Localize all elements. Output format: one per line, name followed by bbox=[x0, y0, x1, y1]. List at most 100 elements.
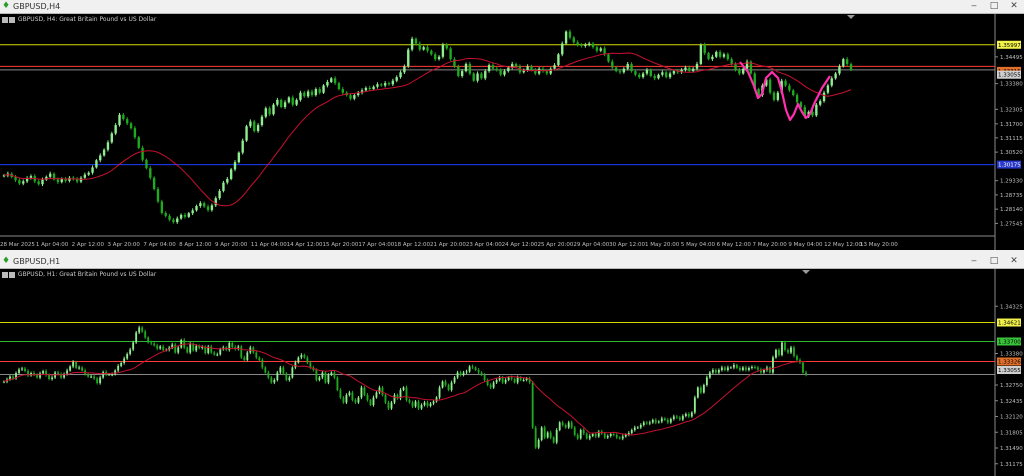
candle-body[interactable] bbox=[441, 381, 444, 388]
candle-body[interactable] bbox=[37, 181, 40, 185]
candle-body[interactable] bbox=[348, 392, 351, 396]
candle-body[interactable] bbox=[796, 356, 798, 360]
candle-body[interactable] bbox=[256, 125, 260, 132]
chart-window-h4[interactable]: GBPUSD, H4: Great Britain Pound vs US Do… bbox=[0, 14, 1024, 250]
candle-body[interactable] bbox=[711, 56, 714, 60]
candle-body[interactable] bbox=[303, 92, 306, 97]
candle-body[interactable] bbox=[784, 80, 787, 86]
candle-body[interactable] bbox=[615, 435, 618, 438]
candle-body[interactable] bbox=[742, 68, 745, 74]
candle-body[interactable] bbox=[364, 87, 368, 91]
candle-body[interactable] bbox=[249, 121, 252, 127]
candle-body[interactable] bbox=[81, 367, 84, 371]
candle-body[interactable] bbox=[145, 159, 148, 169]
candle-body[interactable] bbox=[41, 179, 44, 185]
candle-body[interactable] bbox=[204, 347, 207, 353]
candle-body[interactable] bbox=[383, 83, 387, 86]
candle-body[interactable] bbox=[375, 392, 378, 398]
candle-body[interactable] bbox=[187, 213, 190, 217]
candle-body[interactable] bbox=[720, 367, 723, 371]
candle-body[interactable] bbox=[78, 367, 81, 369]
candle-body[interactable] bbox=[368, 87, 371, 90]
candle-body[interactable] bbox=[609, 434, 612, 436]
candle-body[interactable] bbox=[408, 400, 411, 403]
candle-body[interactable] bbox=[735, 365, 738, 368]
candle-body[interactable] bbox=[141, 147, 144, 160]
candle-body[interactable] bbox=[707, 53, 710, 60]
candle-body[interactable] bbox=[218, 190, 221, 199]
candle-body[interactable] bbox=[133, 128, 137, 138]
candle-body[interactable] bbox=[730, 59, 733, 64]
candle-body[interactable] bbox=[491, 65, 495, 69]
candle-body[interactable] bbox=[648, 422, 651, 424]
candle-body[interactable] bbox=[22, 181, 25, 184]
candle-body[interactable] bbox=[300, 355, 303, 358]
candle-body[interactable] bbox=[580, 44, 583, 46]
candle-body[interactable] bbox=[666, 420, 669, 423]
candle-body[interactable] bbox=[272, 104, 275, 115]
candle-body[interactable] bbox=[842, 59, 845, 67]
candle-body[interactable] bbox=[381, 387, 384, 396]
candle-body[interactable] bbox=[283, 102, 287, 108]
candle-body[interactable] bbox=[337, 83, 341, 90]
candle-body[interactable] bbox=[849, 63, 853, 70]
candle-body[interactable] bbox=[330, 78, 333, 82]
candle-body[interactable] bbox=[129, 123, 133, 129]
candle-body[interactable] bbox=[156, 189, 160, 202]
candle-body[interactable] bbox=[18, 369, 20, 374]
candle-body[interactable] bbox=[90, 376, 93, 378]
candle-body[interactable] bbox=[387, 402, 390, 409]
candle-body[interactable] bbox=[591, 434, 594, 436]
candle-body[interactable] bbox=[480, 372, 483, 376]
candle-body[interactable] bbox=[246, 352, 249, 361]
candle-body[interactable] bbox=[360, 387, 363, 398]
candle-body[interactable] bbox=[657, 74, 660, 79]
candle-body[interactable] bbox=[118, 114, 121, 126]
candle-body[interactable] bbox=[349, 95, 352, 99]
candle-body[interactable] bbox=[754, 367, 756, 368]
candle-body[interactable] bbox=[93, 376, 96, 379]
candle-body[interactable] bbox=[83, 174, 87, 178]
candle-body[interactable] bbox=[822, 92, 826, 102]
candle-body[interactable] bbox=[567, 422, 570, 428]
candle-body[interactable] bbox=[327, 375, 330, 383]
candle-body[interactable] bbox=[240, 346, 243, 358]
candle-body[interactable] bbox=[438, 387, 441, 398]
candle-body[interactable] bbox=[126, 119, 129, 124]
candle-body[interactable] bbox=[456, 372, 459, 378]
candle-body[interactable] bbox=[738, 69, 741, 74]
candle-body[interactable] bbox=[465, 371, 468, 373]
candle-body[interactable] bbox=[530, 66, 533, 70]
candle-body[interactable] bbox=[681, 416, 684, 420]
candle-body[interactable] bbox=[503, 71, 506, 75]
chart-window-titlebar-h1[interactable]: ♦ GBPUSD,H1 ‒ □ ✕ bbox=[0, 255, 1024, 269]
candle-body[interactable] bbox=[588, 43, 591, 45]
candle-body[interactable] bbox=[380, 84, 383, 86]
candle-body[interactable] bbox=[410, 38, 414, 50]
candle-body[interactable] bbox=[815, 104, 818, 116]
candle-body[interactable] bbox=[122, 114, 125, 120]
candle-body[interactable] bbox=[555, 430, 558, 443]
candle-body[interactable] bbox=[363, 387, 366, 396]
chart-window-titlebar-h4[interactable]: ♦ GBPUSD,H4 ‒ □ ✕ bbox=[0, 0, 1024, 14]
candle-body[interactable] bbox=[688, 67, 691, 72]
candle-body[interactable] bbox=[630, 63, 633, 72]
candle-body[interactable] bbox=[357, 397, 360, 403]
candle-body[interactable] bbox=[672, 71, 676, 74]
candle-body[interactable] bbox=[564, 31, 568, 44]
candle-body[interactable] bbox=[231, 343, 234, 347]
candle-body[interactable] bbox=[138, 327, 141, 333]
candle-body[interactable] bbox=[790, 347, 792, 353]
candlestick-chart-h1[interactable]: 1.34325 1.33380 1.32750 1.32435 1.32120 1.318… bbox=[0, 269, 1024, 476]
candle-body[interactable] bbox=[108, 374, 111, 376]
candle-body[interactable] bbox=[726, 367, 729, 371]
candle-body[interactable] bbox=[772, 357, 774, 373]
chart-window-h1[interactable]: GBPUSD, H1: Great Britain Pound vs US Do… bbox=[0, 269, 1024, 476]
candle-body[interactable] bbox=[376, 84, 379, 87]
candle-body[interactable] bbox=[282, 367, 285, 374]
candle-body[interactable] bbox=[460, 71, 464, 76]
candle-body[interactable] bbox=[203, 203, 206, 207]
candle-body[interactable] bbox=[14, 177, 17, 181]
candle-body[interactable] bbox=[501, 377, 504, 383]
candle-body[interactable] bbox=[634, 71, 637, 75]
